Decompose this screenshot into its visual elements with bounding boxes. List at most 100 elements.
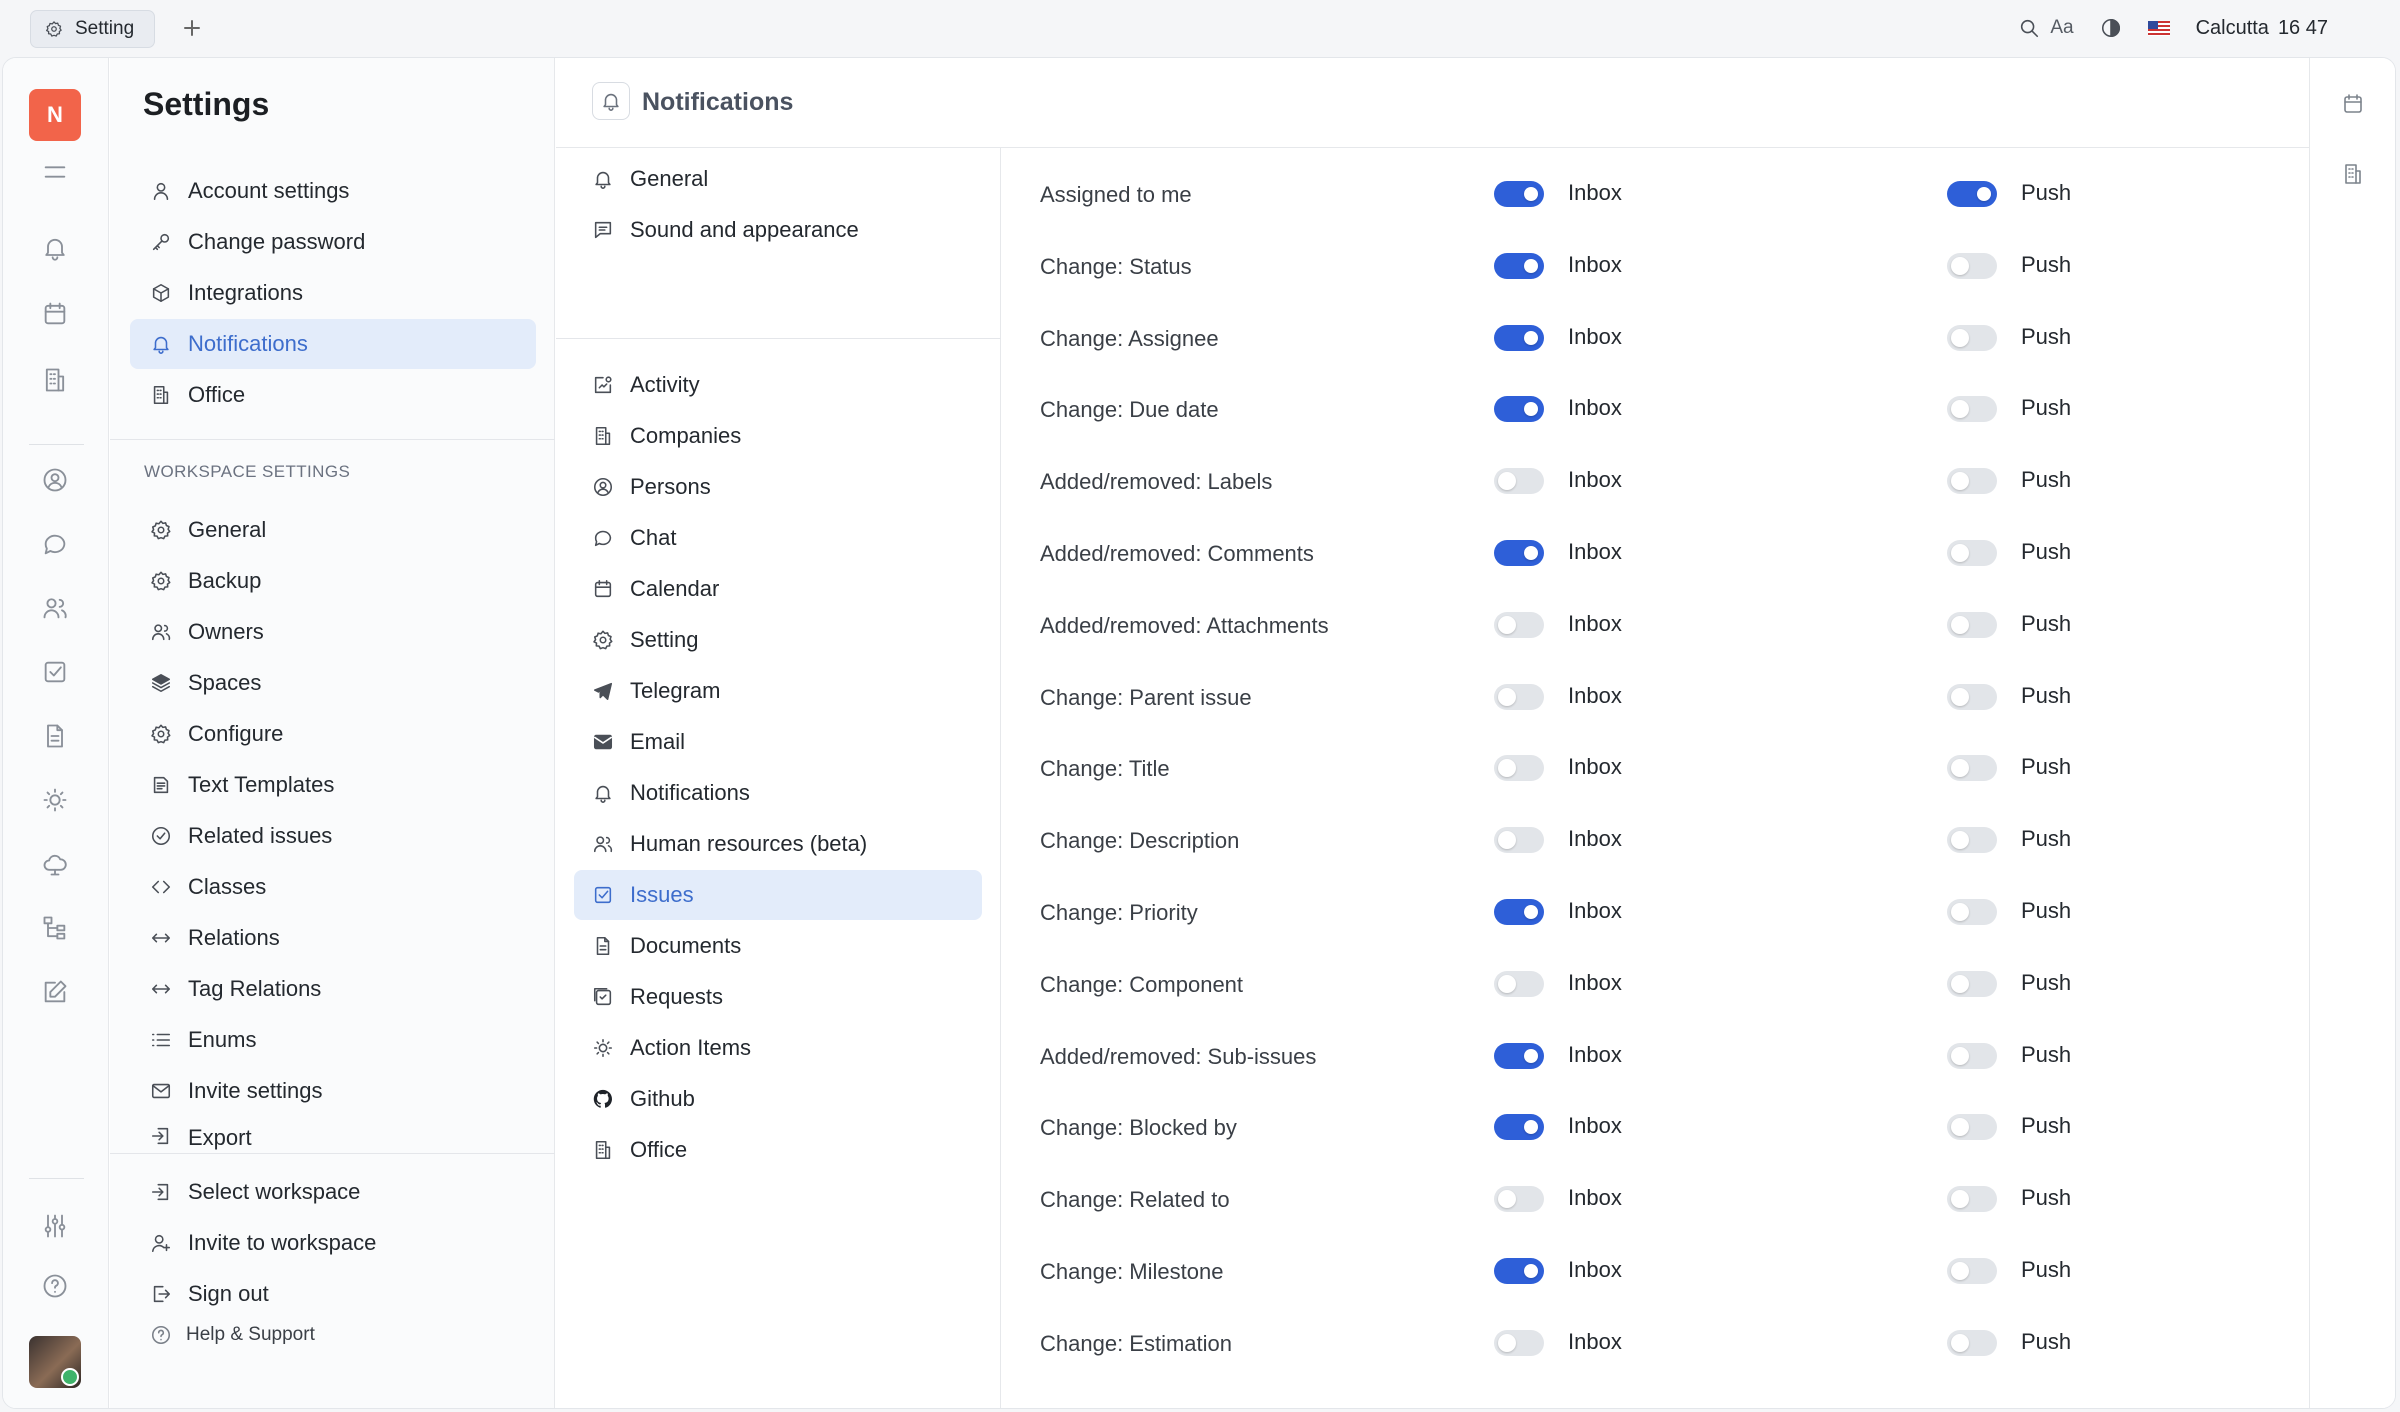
- select-workspace-button[interactable]: Select workspace: [130, 1167, 536, 1217]
- settings-item-text-templates[interactable]: Text Templates: [130, 760, 536, 810]
- category-office[interactable]: Office: [574, 1125, 982, 1175]
- tab-setting[interactable]: Setting: [30, 10, 156, 48]
- user-avatar[interactable]: [29, 1336, 81, 1388]
- rail-cloud[interactable]: [41, 850, 69, 878]
- new-tab-button[interactable]: [178, 14, 206, 42]
- search-button[interactable]: Aa: [2018, 17, 2074, 39]
- push-toggle[interactable]: [1947, 1186, 1997, 1213]
- inbox-toggle[interactable]: [1494, 970, 1544, 997]
- settings-item-relations[interactable]: Relations: [130, 913, 536, 963]
- inbox-toggle[interactable]: [1494, 1258, 1544, 1284]
- push-toggle[interactable]: [1947, 827, 1997, 854]
- inbox-toggle[interactable]: [1494, 827, 1544, 854]
- push-toggle[interactable]: [1947, 899, 1997, 925]
- us-flag-icon[interactable]: [2147, 20, 2170, 36]
- inbox-toggle[interactable]: [1494, 1186, 1544, 1213]
- inbox-toggle[interactable]: [1494, 1329, 1544, 1356]
- category-telegram[interactable]: Telegram: [574, 666, 982, 716]
- rail-action-items[interactable]: [41, 786, 69, 814]
- category-human-resources[interactable]: Human resources (beta): [574, 819, 982, 869]
- category-notifications[interactable]: Notifications: [574, 768, 982, 818]
- inbox-toggle[interactable]: [1494, 683, 1544, 710]
- menu-button[interactable]: [41, 158, 69, 186]
- settings-item-general[interactable]: General: [130, 505, 536, 555]
- settings-item-account[interactable]: Account settings: [130, 166, 536, 216]
- inbox-toggle[interactable]: [1494, 611, 1544, 638]
- settings-item-invite-settings[interactable]: Invite settings: [130, 1066, 536, 1116]
- rail-tree[interactable]: [41, 914, 69, 942]
- font-size-button[interactable]: Aa: [2050, 17, 2073, 39]
- settings-item-spaces[interactable]: Spaces: [130, 658, 536, 708]
- rail-notifications[interactable]: [41, 234, 69, 262]
- inbox-toggle[interactable]: [1494, 755, 1544, 782]
- category-setting[interactable]: Setting: [574, 615, 982, 665]
- inbox-toggle[interactable]: [1494, 1042, 1544, 1069]
- inbox-toggle[interactable]: [1494, 468, 1544, 495]
- settings-item-change-password[interactable]: Change password: [130, 217, 536, 267]
- push-toggle[interactable]: [1947, 324, 1997, 351]
- help-support-button[interactable]: Help & Support: [150, 1324, 315, 1346]
- inbox-toggle[interactable]: [1494, 540, 1544, 566]
- sign-out-button[interactable]: Sign out: [130, 1269, 536, 1319]
- rail-office[interactable]: [41, 366, 69, 394]
- inbox-toggle[interactable]: [1494, 252, 1544, 279]
- category-documents[interactable]: Documents: [574, 921, 982, 971]
- settings-item-tag-relations[interactable]: Tag Relations: [130, 964, 536, 1014]
- rail-hr[interactable]: [41, 594, 69, 622]
- rail-chat[interactable]: [41, 530, 69, 558]
- push-toggle[interactable]: [1947, 970, 1997, 997]
- category-calendar[interactable]: Calendar: [574, 564, 982, 614]
- inbox-toggle[interactable]: [1494, 899, 1544, 925]
- push-toggle[interactable]: [1947, 468, 1997, 495]
- category-chat[interactable]: Chat: [574, 513, 982, 563]
- inbox-toggle[interactable]: [1494, 181, 1544, 207]
- person-circle-icon: [43, 468, 67, 492]
- push-toggle[interactable]: [1947, 1329, 1997, 1356]
- push-toggle[interactable]: [1947, 1258, 1997, 1284]
- rail-documents[interactable]: [41, 722, 69, 750]
- settings-item-classes[interactable]: Classes: [130, 862, 536, 912]
- push-toggle[interactable]: [1947, 252, 1997, 279]
- category-activity[interactable]: Activity: [574, 360, 982, 410]
- push-toggle[interactable]: [1947, 396, 1997, 423]
- aside-office-button[interactable]: [2341, 162, 2365, 186]
- category-github[interactable]: Github: [574, 1074, 982, 1124]
- category-sound-appearance[interactable]: Sound and appearance: [574, 205, 982, 255]
- rail-issues[interactable]: [41, 658, 69, 686]
- rail-edit[interactable]: [41, 978, 69, 1006]
- push-toggle[interactable]: [1947, 181, 1997, 207]
- rail-preferences[interactable]: [41, 1212, 69, 1240]
- category-general[interactable]: General: [574, 154, 982, 204]
- push-toggle[interactable]: [1947, 683, 1997, 710]
- category-companies[interactable]: Companies: [574, 411, 982, 461]
- push-toggle[interactable]: [1947, 755, 1997, 782]
- category-issues[interactable]: Issues: [574, 870, 982, 920]
- settings-item-export[interactable]: Export: [130, 1117, 536, 1153]
- category-requests[interactable]: Requests: [574, 972, 982, 1022]
- push-toggle[interactable]: [1947, 1114, 1997, 1141]
- settings-item-owners[interactable]: Owners: [130, 607, 536, 657]
- push-toggle[interactable]: [1947, 611, 1997, 638]
- settings-item-notifications[interactable]: Notifications: [130, 319, 536, 369]
- category-email[interactable]: Email: [574, 717, 982, 767]
- rail-calendar[interactable]: [41, 300, 69, 328]
- theme-contrast-icon[interactable]: [2100, 17, 2122, 39]
- rail-contacts[interactable]: [41, 466, 69, 494]
- inbox-toggle[interactable]: [1494, 324, 1544, 351]
- push-toggle[interactable]: [1947, 540, 1997, 566]
- settings-item-integrations[interactable]: Integrations: [130, 268, 536, 318]
- inbox-toggle[interactable]: [1494, 1114, 1544, 1141]
- settings-item-enums[interactable]: Enums: [130, 1015, 536, 1065]
- category-action-items[interactable]: Action Items: [574, 1023, 982, 1073]
- settings-item-backup[interactable]: Backup: [130, 556, 536, 606]
- push-toggle[interactable]: [1947, 1042, 1997, 1069]
- settings-item-office[interactable]: Office: [130, 370, 536, 420]
- workspace-avatar[interactable]: N: [29, 89, 81, 141]
- invite-to-workspace-button[interactable]: Invite to workspace: [130, 1218, 536, 1268]
- aside-calendar-button[interactable]: [2341, 92, 2365, 116]
- settings-item-configure[interactable]: Configure: [130, 709, 536, 759]
- inbox-toggle[interactable]: [1494, 396, 1544, 423]
- settings-item-related-issues[interactable]: Related issues: [130, 811, 536, 861]
- category-persons[interactable]: Persons: [574, 462, 982, 512]
- rail-help[interactable]: [41, 1272, 69, 1300]
